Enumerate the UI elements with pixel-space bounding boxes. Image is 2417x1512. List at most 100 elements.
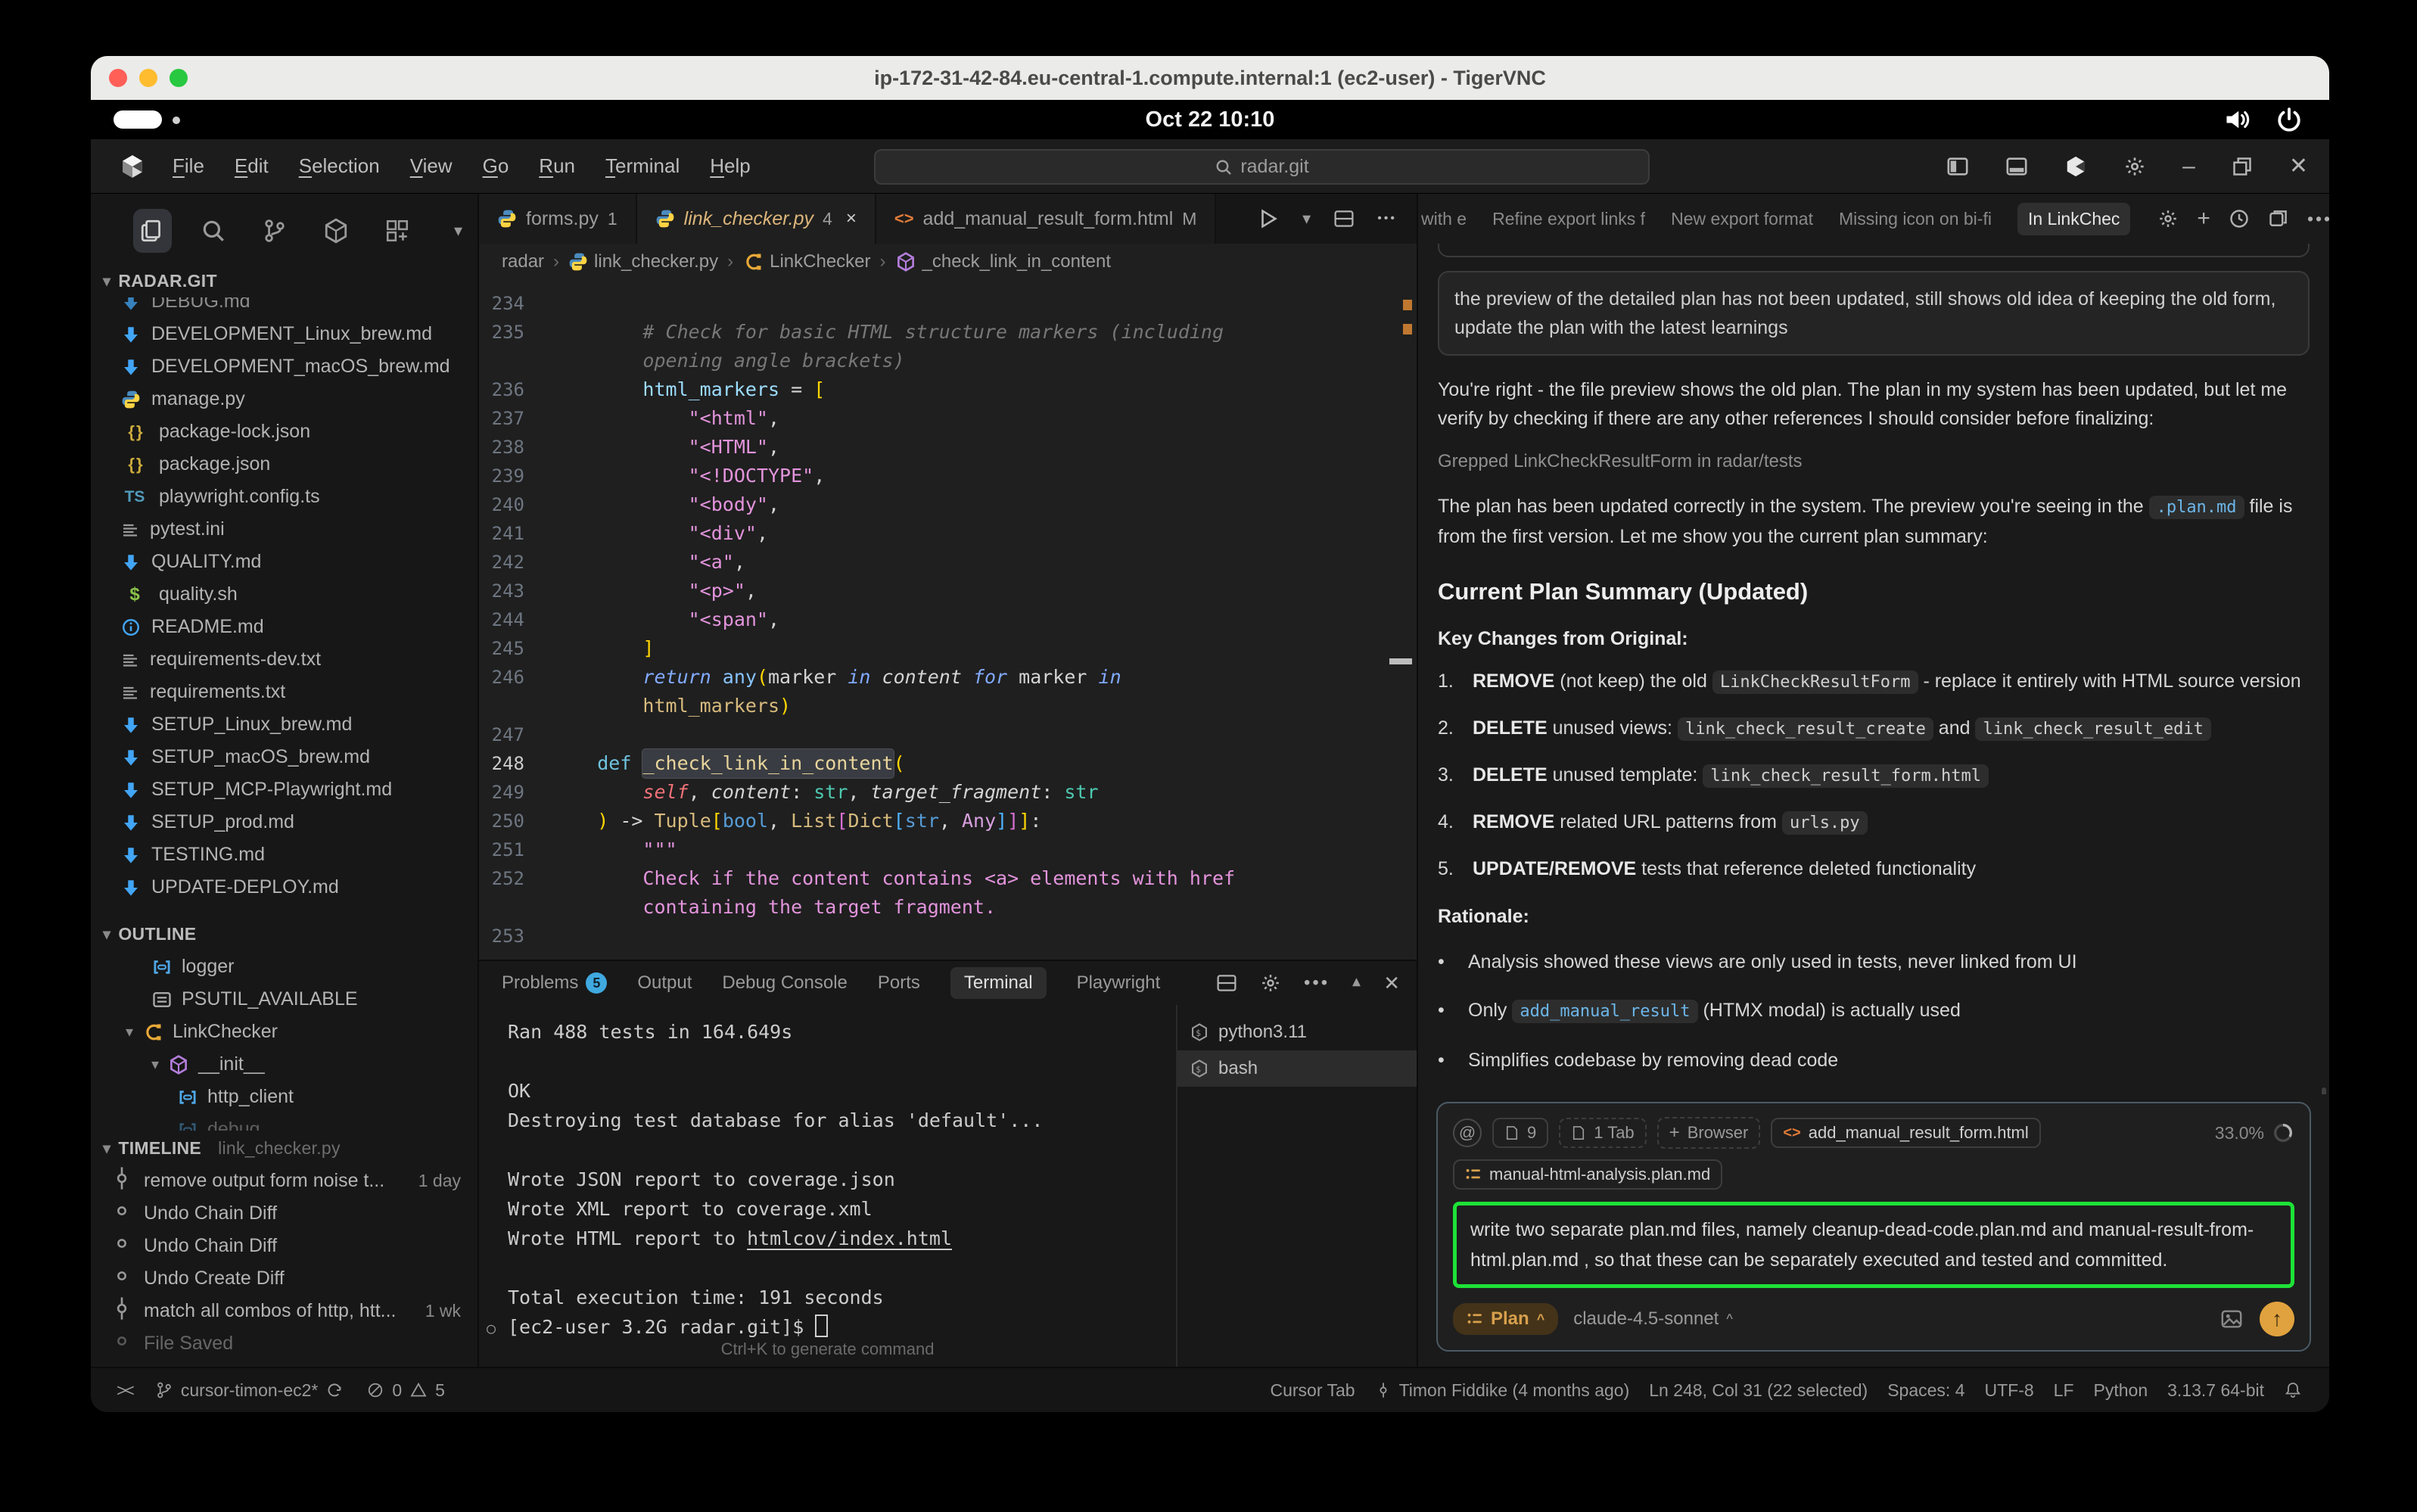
volume-icon[interactable]	[2223, 106, 2251, 133]
timeline-item[interactable]: remove output form noise t...1 day	[91, 1165, 477, 1197]
restore-icon[interactable]	[2232, 156, 2253, 177]
code-line[interactable]: 238 "<HTML",	[479, 433, 1417, 462]
file-tree-item[interactable]: DEBUG.md	[91, 297, 477, 318]
panel-tab-output[interactable]: Output	[637, 972, 692, 994]
run-button[interactable]	[1257, 207, 1280, 230]
outline-section-header[interactable]: ▾ OUTLINE	[91, 916, 477, 950]
chat-tab[interactable]: Missing icon on bi-fi	[1839, 209, 1992, 229]
model-selector[interactable]: claude-4.5-sonnet ^	[1573, 1308, 1733, 1330]
code-line[interactable]: 241 "<div",	[479, 519, 1417, 548]
project-section-header[interactable]: ▾ RADAR.GIT	[91, 263, 477, 297]
chat-tab[interactable]: In LinkChec	[2017, 203, 2130, 235]
activity-search[interactable]	[194, 209, 233, 253]
timeline-item[interactable]: Undo Create Diff	[91, 1262, 477, 1295]
chat-composer[interactable]: @ 9 1 Tab + Browser	[1436, 1102, 2311, 1352]
file-tree-item[interactable]: { }package-lock.json	[91, 415, 477, 448]
code-line[interactable]: 249 self, content: str, target_fragment:…	[479, 778, 1417, 807]
file-tree-item[interactable]: QUALITY.md	[91, 546, 477, 578]
problems-status[interactable]: 0 5	[366, 1380, 445, 1401]
code-line[interactable]: 251 """	[479, 835, 1417, 864]
close-tab-icon[interactable]: ×	[846, 208, 857, 229]
git-blame-status[interactable]: Timon Fiddike (4 months ago)	[1375, 1380, 1630, 1401]
file-tree-item[interactable]: $quality.sh	[91, 578, 477, 611]
mode-selector[interactable]: Plan ^	[1453, 1303, 1558, 1335]
code-editor[interactable]: 234235 # Check for basic HTML structure …	[479, 280, 1417, 960]
menu-terminal[interactable]: Terminal	[605, 154, 680, 178]
panel-tab-playwright[interactable]: Playwright	[1077, 972, 1161, 994]
outline-item[interactable]: logger	[91, 950, 477, 983]
breadcrumb-item[interactable]: _check_link_in_content	[895, 251, 1112, 272]
editor-tab[interactable]: <>add_manual_result_form.htmlM	[876, 194, 1217, 244]
code-line[interactable]: 242 "<a",	[479, 548, 1417, 577]
more-actions-icon[interactable]: •••	[1304, 972, 1330, 994]
panel-tab-problems[interactable]: Problems5	[502, 972, 607, 994]
file-tree-item[interactable]: SETUP_prod.md	[91, 806, 477, 838]
code-line[interactable]: 243 "<p>",	[479, 577, 1417, 605]
code-line[interactable]: 239 "<!DOCTYPE",	[479, 462, 1417, 490]
menu-view[interactable]: View	[410, 154, 453, 178]
context-files-pill[interactable]: 9	[1492, 1118, 1548, 1148]
code-line[interactable]: 248 def _check_link_in_content(	[479, 749, 1417, 778]
eol-status[interactable]: LF	[2054, 1380, 2074, 1401]
code-line[interactable]: opening angle brackets)	[479, 347, 1417, 375]
outline-item[interactable]: debug	[91, 1113, 477, 1131]
file-tree-item[interactable]: SETUP_macOS_brew.md	[91, 741, 477, 773]
panel-tab-debug-console[interactable]: Debug Console	[722, 972, 847, 994]
code-line[interactable]: 237 "<html",	[479, 404, 1417, 433]
timeline-item[interactable]: Undo Chain Diff	[91, 1230, 477, 1262]
activity-git[interactable]	[256, 209, 294, 253]
menu-run[interactable]: Run	[539, 154, 575, 178]
cursor-tab-status[interactable]: Cursor Tab	[1270, 1380, 1355, 1401]
remote-indicator[interactable]: ><	[117, 1380, 132, 1401]
activity-chevdown[interactable]: ▾	[439, 209, 477, 253]
terminal[interactable]: Ran 488 tests in 164.649sOKDestroying te…	[479, 1005, 1176, 1367]
history-icon[interactable]	[2229, 208, 2250, 229]
more-actions-icon[interactable]: •••	[2307, 209, 2329, 229]
command-search-input[interactable]: radar.git	[874, 149, 1650, 185]
code-line[interactable]: 252 Check if the content contains <a> el…	[479, 864, 1417, 893]
scroll-mark[interactable]	[1389, 658, 1412, 664]
code-line[interactable]: 236 html_markers = [	[479, 375, 1417, 404]
indentation-status[interactable]: Spaces: 4	[1887, 1380, 1964, 1401]
send-button[interactable]: ↑	[2260, 1302, 2294, 1336]
timeline-item[interactable]: Undo Chain Diff	[91, 1197, 477, 1230]
breadcrumb-item[interactable]: link_checker.py	[568, 251, 718, 272]
browser-context-pill[interactable]: + Browser	[1657, 1117, 1761, 1149]
code-line[interactable]: 247	[479, 720, 1417, 749]
power-icon[interactable]	[2276, 107, 2302, 132]
python-version-status[interactable]: 3.13.7 64-bit	[2167, 1380, 2264, 1401]
file-tree-item[interactable]: TESTING.md	[91, 838, 477, 871]
outline-item[interactable]: http_client	[91, 1081, 477, 1113]
open-in-editor-icon[interactable]	[2268, 208, 2289, 229]
menu-selection[interactable]: Selection	[299, 154, 380, 178]
breadcrumb-item[interactable]: LinkChecker	[742, 251, 870, 272]
file-tree-item[interactable]: requirements-dev.txt	[91, 643, 477, 676]
cursor-position-status[interactable]: Ln 248, Col 31 (22 selected)	[1649, 1380, 1868, 1401]
code-line[interactable]: 235 # Check for basic HTML structure mar…	[479, 318, 1417, 347]
outline-item[interactable]: PSUTIL_AVAILABLE	[91, 983, 477, 1016]
code-line[interactable]: 253	[479, 922, 1417, 950]
file-tree-item[interactable]: manage.py	[91, 383, 477, 415]
minimize-icon[interactable]: –	[2182, 154, 2195, 179]
code-line[interactable]: 234	[479, 289, 1417, 318]
mention-icon[interactable]: @	[1453, 1118, 1482, 1147]
breadcrumb[interactable]: radar›link_checker.py›LinkChecker›_check…	[479, 244, 1417, 280]
code-line[interactable]: 240 "<body",	[479, 490, 1417, 519]
breadcrumb-item[interactable]: radar	[502, 251, 544, 272]
menu-go[interactable]: Go	[483, 154, 509, 178]
chat-input[interactable]: write two separate plan.md files, namely…	[1453, 1202, 2294, 1288]
terminal-instance[interactable]: $python3.11	[1177, 1014, 1417, 1050]
attach-image-icon[interactable]	[2220, 1308, 2243, 1330]
more-actions-icon[interactable]: •••	[1377, 212, 1397, 226]
menu-help[interactable]: Help	[710, 154, 750, 178]
code-line[interactable]: 245 ]	[479, 634, 1417, 663]
code-line[interactable]: 250 ) -> Tuple[bool, List[Dict[str, Any]…	[479, 807, 1417, 835]
new-chat-icon[interactable]: +	[2197, 206, 2210, 232]
panel-tab-terminal[interactable]: Terminal	[950, 967, 1047, 999]
file-tree-item[interactable]: requirements.txt	[91, 676, 477, 708]
code-line[interactable]: containing the target fragment.	[479, 893, 1417, 922]
file-tree-item[interactable]: DEVELOPMENT_Linux_brew.md	[91, 318, 477, 350]
file-tree-item[interactable]: { }package.json	[91, 448, 477, 481]
notifications-bell-icon[interactable]	[2284, 1381, 2302, 1399]
split-editor[interactable]	[1333, 208, 1355, 229]
